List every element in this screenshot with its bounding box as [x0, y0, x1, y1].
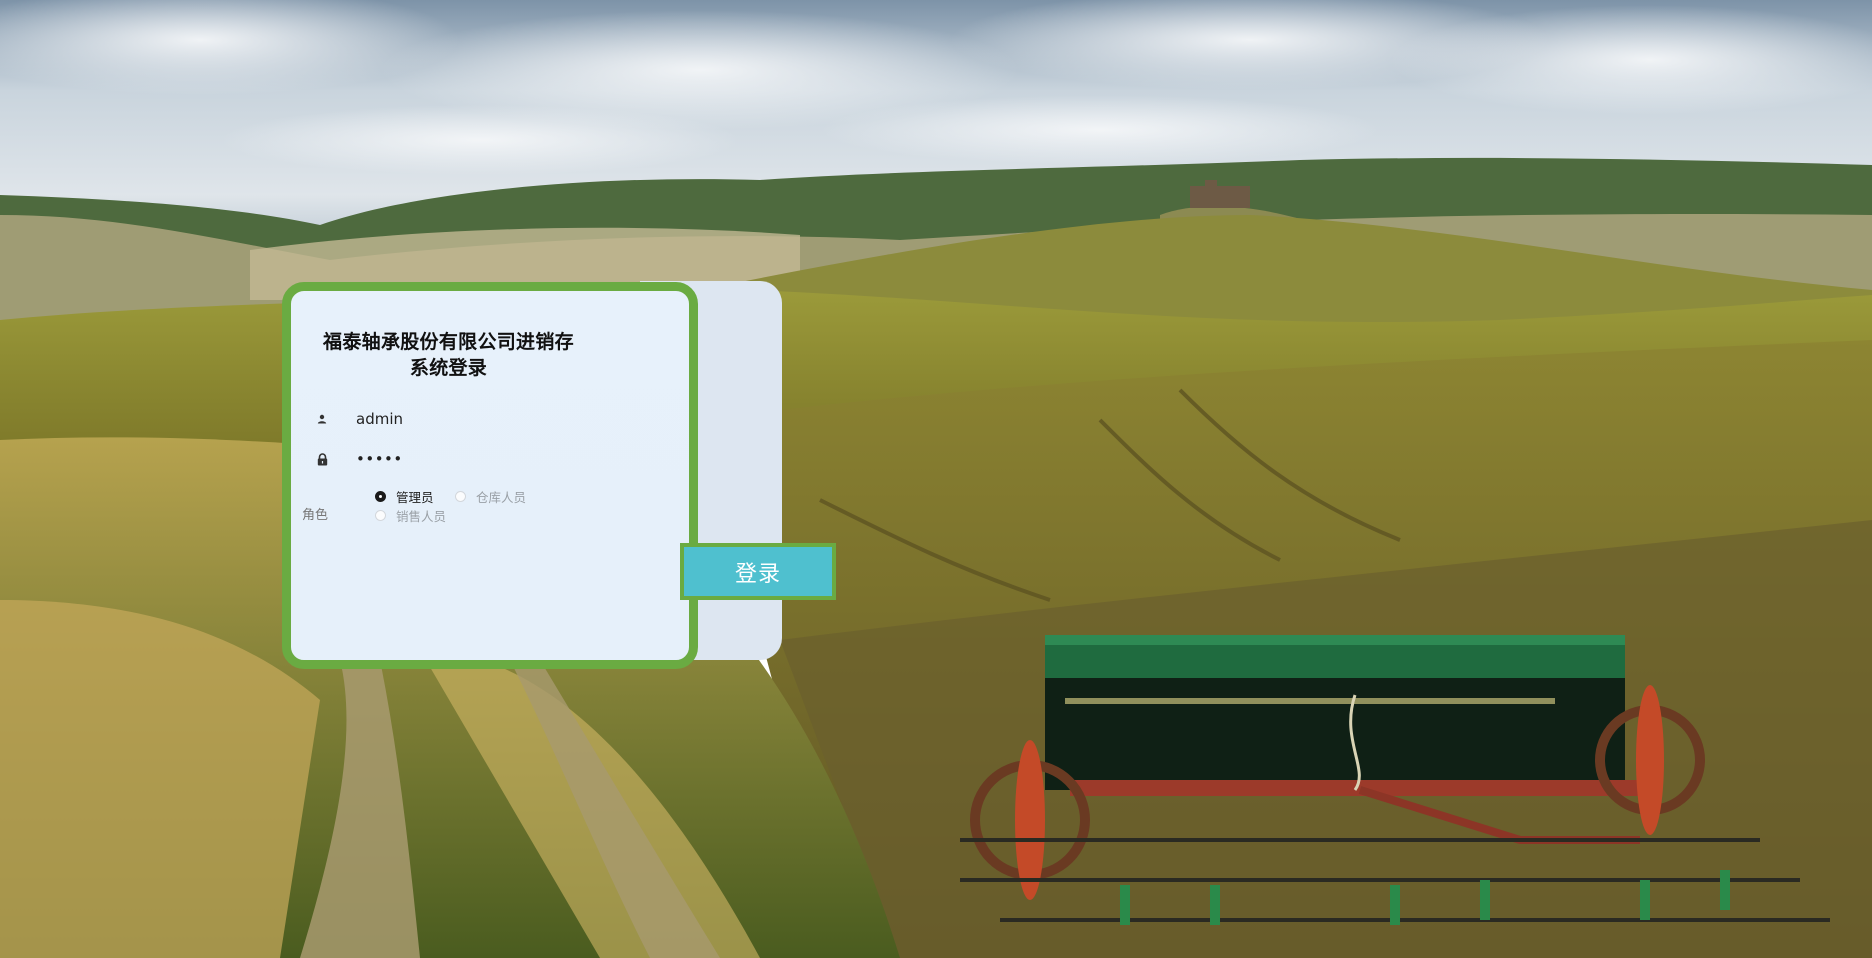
username-input[interactable] — [356, 410, 616, 428]
page-title: 福泰轴承股份有限公司进销存系统登录 — [323, 331, 574, 379]
role-radio-admin[interactable]: 管理员 — [375, 487, 434, 506]
role-radio-warehouse[interactable]: 仓库人员 — [455, 487, 526, 506]
radio-unchecked-icon[interactable] — [455, 491, 466, 502]
radio-unchecked-icon[interactable] — [375, 510, 386, 521]
lock-icon — [312, 449, 332, 469]
landscape-background — [0, 0, 1872, 958]
password-row — [311, 444, 651, 474]
login-card: 福泰轴承股份有限公司进销存系统登录 角色 管理员 仓库人员 — [282, 282, 698, 669]
username-row — [311, 404, 651, 434]
role-label: 角色 — [302, 508, 329, 523]
login-button[interactable]: 登录 — [680, 543, 836, 600]
role-radio-sales[interactable]: 销售人员 — [375, 506, 446, 525]
user-icon — [312, 409, 332, 429]
radio-checked-icon[interactable] — [375, 491, 386, 502]
password-input[interactable] — [356, 450, 616, 468]
